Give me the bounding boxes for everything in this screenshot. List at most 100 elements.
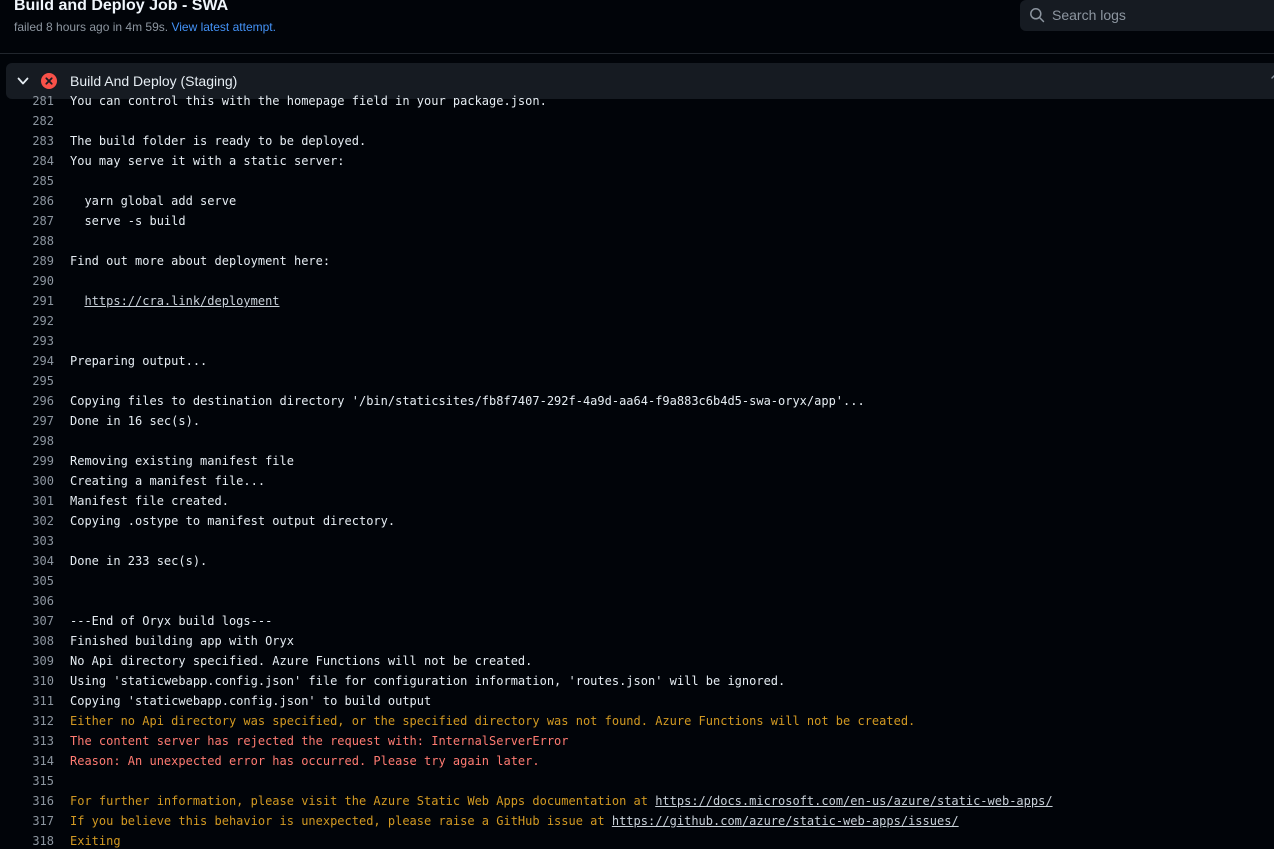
line-content: The build folder is ready to be deployed…	[70, 134, 367, 148]
log-line: 303	[0, 531, 1274, 551]
log-line: 309 No Api directory specified. Azure Fun…	[0, 651, 1274, 671]
line-number[interactable]: 284	[14, 151, 54, 171]
log-line: 311 Copying 'staticwebapp.config.json' to…	[0, 691, 1274, 711]
chevron-up-icon[interactable]	[1270, 71, 1274, 81]
log-link[interactable]: https://github.com/azure/static-web-apps…	[612, 814, 959, 828]
line-number[interactable]: 291	[14, 291, 54, 311]
line-number[interactable]: 285	[14, 171, 54, 191]
line-text: Done in 16 sec(s).	[70, 411, 200, 431]
line-text: Copying .ostype to manifest output direc…	[70, 511, 395, 531]
log-line: 301 Manifest file created.	[0, 491, 1274, 511]
line-number[interactable]: 281	[14, 91, 54, 111]
line-content: ---End of Oryx build logs---	[70, 614, 273, 628]
line-number[interactable]: 296	[14, 391, 54, 411]
line-number[interactable]: 287	[14, 211, 54, 231]
line-text: The build folder is ready to be deployed…	[70, 131, 366, 151]
log-output: 281 You can control this with the homepag…	[0, 91, 1274, 849]
line-number[interactable]: 290	[14, 271, 54, 291]
line-number[interactable]: 309	[14, 651, 54, 671]
line-number[interactable]: 307	[14, 611, 54, 631]
log-line: 292	[0, 311, 1274, 331]
line-number[interactable]: 308	[14, 631, 54, 651]
line-content: Either no Api directory was specified, o…	[70, 714, 916, 728]
line-text: For further information, please visit th…	[70, 791, 1053, 811]
log-link[interactable]: https://cra.link/deployment	[84, 294, 279, 308]
line-content: You may serve it with a static server:	[70, 154, 345, 168]
line-number[interactable]: 294	[14, 351, 54, 371]
line-number[interactable]: 304	[14, 551, 54, 571]
job-log-page: Build and Deploy Job - SWA failed 8 hour…	[0, 0, 1274, 849]
log-line: 297 Done in 16 sec(s).	[0, 411, 1274, 431]
line-number[interactable]: 288	[14, 231, 54, 251]
log-line: 281 You can control this with the homepag…	[0, 91, 1274, 111]
line-number[interactable]: 310	[14, 671, 54, 691]
log-line: 310 Using 'staticwebapp.config.json' file…	[0, 671, 1274, 691]
line-number[interactable]: 292	[14, 311, 54, 331]
line-text: Either no Api directory was specified, o…	[70, 711, 915, 731]
log-line: 299 Removing existing manifest file	[0, 451, 1274, 471]
log-line: 294 Preparing output...	[0, 351, 1274, 371]
line-text: Finished building app with Oryx	[70, 631, 294, 651]
line-text: Manifest file created.	[70, 491, 229, 511]
line-number[interactable]: 282	[14, 111, 54, 131]
line-number[interactable]: 314	[14, 751, 54, 771]
line-number[interactable]: 318	[14, 831, 54, 849]
line-content: Reason: An unexpected error has occurred…	[70, 754, 540, 768]
line-number[interactable]: 311	[14, 691, 54, 711]
line-number[interactable]: 313	[14, 731, 54, 751]
log-line: 282	[0, 111, 1274, 131]
search-logs-box[interactable]	[1020, 0, 1274, 31]
log-line: 295	[0, 371, 1274, 391]
chevron-down-icon[interactable]	[16, 74, 30, 88]
log-line: 298	[0, 431, 1274, 451]
line-content: For further information, please visit th…	[70, 794, 656, 808]
line-number[interactable]: 305	[14, 571, 54, 591]
job-status-line: failed 8 hours ago in 4m 59s. View lates…	[14, 19, 276, 35]
line-number[interactable]: 295	[14, 371, 54, 391]
line-number[interactable]: 299	[14, 451, 54, 471]
view-latest-attempt-link[interactable]: View latest attempt.	[171, 20, 276, 34]
log-link[interactable]: https://docs.microsoft.com/en-us/azure/s…	[655, 794, 1052, 808]
log-line: 288	[0, 231, 1274, 251]
line-number[interactable]: 302	[14, 511, 54, 531]
line-number[interactable]: 315	[14, 771, 54, 791]
job-status-text: failed 8 hours ago in 4m 59s.	[14, 20, 169, 34]
log-line: 284 You may serve it with a static server…	[0, 151, 1274, 171]
step-title: Build And Deploy (Staging)	[70, 73, 238, 89]
line-number[interactable]: 306	[14, 591, 54, 611]
log-line: 313 The content server has rejected the r…	[0, 731, 1274, 751]
line-text: https://cra.link/deployment	[70, 291, 279, 311]
line-number[interactable]: 283	[14, 131, 54, 151]
log-line: 307 ---End of Oryx build logs---	[0, 611, 1274, 631]
line-number[interactable]: 317	[14, 811, 54, 831]
log-line: 289 Find out more about deployment here:	[0, 251, 1274, 271]
log-line: 308 Finished building app with Oryx	[0, 631, 1274, 651]
line-text: Preparing output...	[70, 351, 207, 371]
log-line: 317 If you believe this behavior is unexp…	[0, 811, 1274, 831]
log-line: 285	[0, 171, 1274, 191]
line-text: Find out more about deployment here:	[70, 251, 330, 271]
line-number[interactable]: 297	[14, 411, 54, 431]
log-line: 291 https://cra.link/deployment	[0, 291, 1274, 311]
line-content: No Api directory specified. Azure Functi…	[70, 654, 533, 668]
line-number[interactable]: 316	[14, 791, 54, 811]
line-content: You can control this with the homepage f…	[70, 94, 547, 108]
line-content: Preparing output...	[70, 354, 208, 368]
log-line: 300 Creating a manifest file...	[0, 471, 1274, 491]
line-number[interactable]: 300	[14, 471, 54, 491]
line-number[interactable]: 289	[14, 251, 54, 271]
line-number[interactable]: 298	[14, 431, 54, 451]
line-content: Creating a manifest file...	[70, 474, 266, 488]
line-text: If you believe this behavior is unexpect…	[70, 811, 959, 831]
search-logs-input[interactable]	[1052, 5, 1274, 25]
line-content: Copying 'staticwebapp.config.json' to bu…	[70, 694, 432, 708]
line-number[interactable]: 286	[14, 191, 54, 211]
line-number[interactable]: 303	[14, 531, 54, 551]
line-text: yarn global add serve	[70, 191, 236, 211]
x-circle-fill-icon	[41, 73, 57, 89]
line-content: serve -s build	[70, 214, 186, 228]
line-number[interactable]: 301	[14, 491, 54, 511]
log-line: 306	[0, 591, 1274, 611]
line-number[interactable]: 312	[14, 711, 54, 731]
line-number[interactable]: 293	[14, 331, 54, 351]
